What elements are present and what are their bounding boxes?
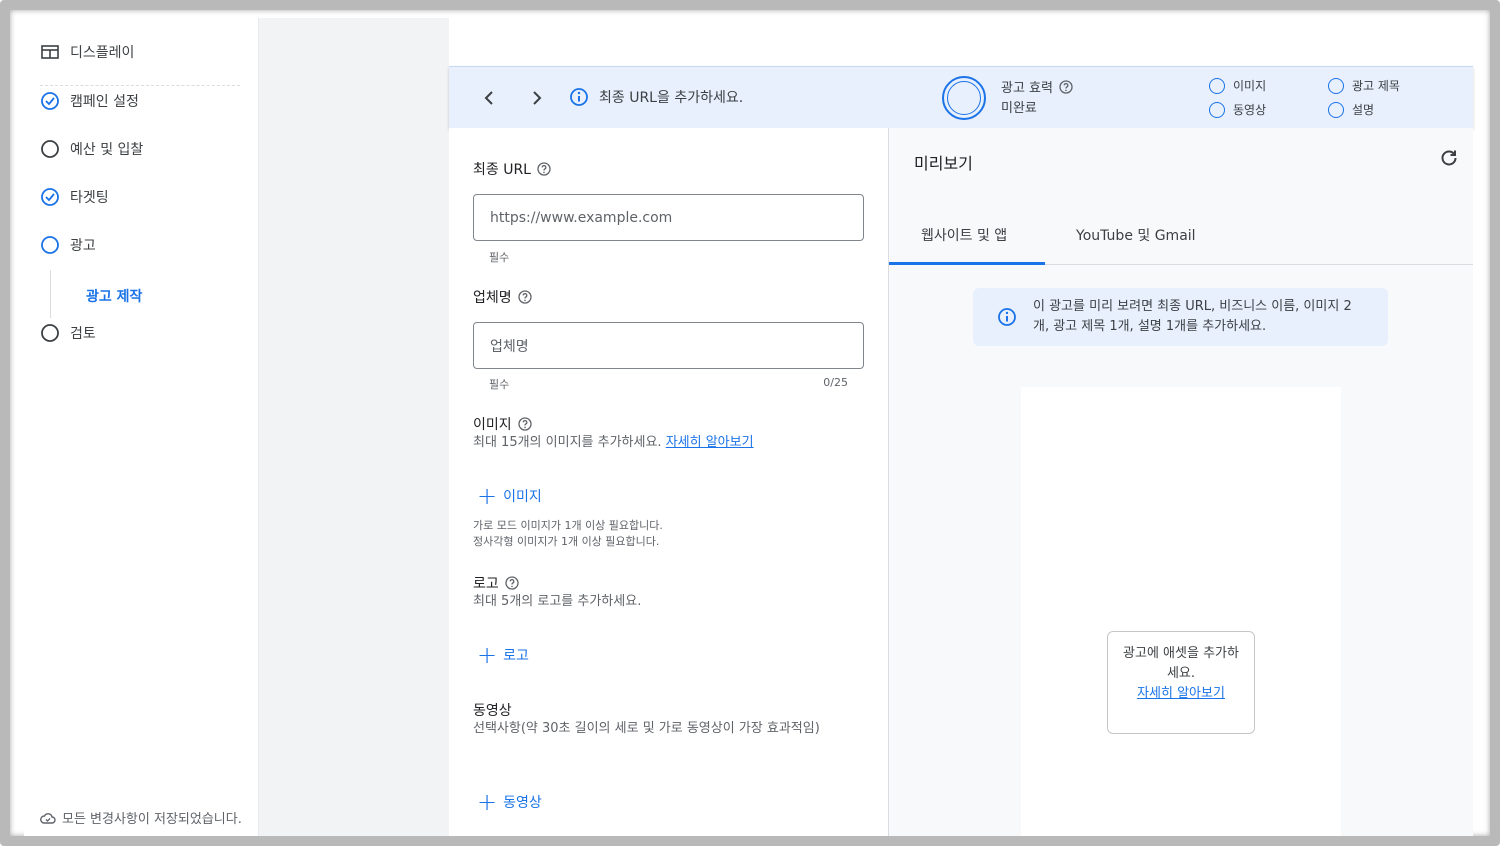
next-button[interactable]: [525, 86, 549, 110]
check-circle-icon: [40, 187, 60, 207]
unchecked-circle-icon: [1209, 77, 1225, 94]
check-circle-icon: [40, 91, 60, 111]
sidebar-item-review[interactable]: 검토: [40, 323, 96, 343]
empty-circle-icon: [40, 323, 60, 343]
final-url-hint: 필수: [489, 251, 510, 264]
sidebar: 디스플레이 캠페인 설정 예산 및 입찰 타겟팅 광고 광고 제작 검토 모든 …: [24, 18, 258, 836]
plus-icon: +: [477, 482, 498, 510]
help-icon[interactable]: [537, 162, 551, 176]
checklist-item-headline: 광고 제목: [1328, 77, 1400, 94]
image-requirements: 가로 모드 이미지가 1개 이상 필요합니다. 정사각형 이미지가 1개 이상 …: [473, 519, 663, 548]
sidebar-item-label: 예산 및 입찰: [70, 142, 144, 158]
display-icon: [40, 42, 60, 62]
save-status-text: 모든 변경사항이 저장되었습니다.: [62, 812, 242, 827]
business-name-counter: 0/25: [823, 376, 848, 389]
status-message-text: 최종 URL을 추가하세요.: [599, 90, 744, 106]
info-icon: [997, 307, 1017, 327]
help-icon[interactable]: [505, 576, 519, 590]
background-gutter: [258, 18, 449, 836]
preview-panel: 미리보기 웹사이트 및 앱 YouTube 및 Gmail 이 광고를 미리 보…: [889, 128, 1473, 836]
sidebar-item-label: 타겟팅: [70, 190, 109, 206]
preview-info-text: 이 광고를 미리 보려면 최종 URL, 비즈니스 이름, 이미지 2개, 광고…: [1033, 299, 1352, 334]
active-circle-icon: [40, 235, 60, 255]
final-url-label: 최종 URL: [473, 159, 551, 179]
sidebar-item-budget[interactable]: 예산 및 입찰: [40, 139, 143, 159]
preview-tabs: 웹사이트 및 앱 YouTube 및 Gmail: [889, 203, 1473, 265]
preview-info-banner: 이 광고를 미리 보려면 최종 URL, 비즈니스 이름, 이미지 2개, 광고…: [973, 288, 1388, 346]
plus-icon: +: [477, 788, 498, 816]
ad-strength-status: 미완료: [1001, 101, 1037, 116]
help-icon[interactable]: [1059, 79, 1073, 94]
images-label: 이미지: [473, 414, 532, 434]
sidebar-item-label: 디스플레이: [70, 45, 135, 61]
sidebar-subitem-create-ad[interactable]: 광고 제작: [86, 286, 142, 306]
main-header-space: [449, 18, 1473, 66]
sidebar-item-label: 검토: [70, 326, 96, 342]
help-icon[interactable]: [517, 290, 532, 304]
video-label: 동영상: [473, 703, 512, 719]
unchecked-circle-icon: [1209, 101, 1225, 118]
video-description: 선택사항(약 30초 길이의 세로 및 가로 동영상이 가장 효과적임): [473, 721, 820, 736]
images-description: 최대 15개의 이미지를 추가하세요. 자세히 알아보기: [473, 435, 754, 450]
sidebar-item-targeting[interactable]: 타겟팅: [40, 187, 109, 207]
learn-more-link[interactable]: 자세히 알아보기: [666, 435, 754, 450]
sidebar-item-label: 캠페인 설정: [70, 94, 139, 110]
unchecked-circle-icon: [1328, 77, 1344, 94]
app-window: 디스플레이 캠페인 설정 예산 및 입찰 타겟팅 광고 광고 제작 검토 모든 …: [10, 10, 1490, 836]
sub-nav-line: [50, 270, 51, 318]
business-name-hint: 필수: [489, 378, 510, 391]
ad-form: 최종 URL https://www.example.com 필수 업체명 업체…: [449, 128, 889, 836]
add-video-button[interactable]: + 동영상: [477, 788, 542, 816]
sidebar-item-display[interactable]: 디스플레이: [40, 42, 134, 62]
business-name-input[interactable]: 업체명: [473, 322, 864, 369]
business-name-label: 업체명: [473, 287, 532, 307]
prev-button[interactable]: [477, 86, 501, 110]
info-icon: [569, 87, 589, 107]
learn-more-link[interactable]: 자세히 알아보기: [1108, 684, 1254, 704]
checklist-item-image: 이미지: [1209, 77, 1266, 94]
cloud-done-icon: [40, 811, 56, 825]
final-url-input[interactable]: https://www.example.com: [473, 194, 864, 241]
add-logo-button[interactable]: + 로고: [477, 641, 529, 669]
ad-strength-label: 광고 효력: [1001, 77, 1073, 96]
preview-canvas: 광고에 애셋을 추가하세요. 자세히 알아보기: [1021, 387, 1341, 836]
active-tab-indicator: [889, 262, 1045, 265]
tab-youtube-gmail[interactable]: YouTube 및 Gmail: [1076, 225, 1196, 245]
empty-circle-icon: [40, 139, 60, 159]
logo-label: 로고: [473, 573, 519, 593]
chevron-left-icon: [484, 91, 493, 105]
logo-description: 최대 5개의 로고를 추가하세요.: [473, 594, 642, 609]
plus-icon: +: [477, 641, 498, 669]
sidebar-item-campaign-settings[interactable]: 캠페인 설정: [40, 91, 139, 111]
ad-status-bar: 최종 URL을 추가하세요. 광고 효력 미완료 이미지 동영상 광고 제목 설…: [449, 66, 1473, 128]
checklist-item-video: 동영상: [1209, 101, 1266, 118]
save-status: 모든 변경사항이 저장되었습니다.: [40, 808, 242, 827]
refresh-button[interactable]: [1439, 148, 1459, 168]
unchecked-circle-icon: [1328, 101, 1344, 118]
divider: [40, 85, 240, 86]
refresh-icon: [1441, 150, 1457, 166]
tab-website-app[interactable]: 웹사이트 및 앱: [921, 225, 1007, 245]
sidebar-item-ads[interactable]: 광고: [40, 235, 96, 255]
add-image-button[interactable]: + 이미지: [477, 482, 542, 510]
add-assets-text: 광고에 애셋을 추가하세요.: [1123, 646, 1239, 681]
checklist-item-description: 설명: [1328, 101, 1374, 118]
sidebar-item-label: 광고: [70, 238, 96, 254]
preview-title: 미리보기: [914, 154, 973, 173]
status-message: 최종 URL을 추가하세요.: [569, 87, 743, 107]
chevron-right-icon: [533, 91, 542, 105]
add-assets-card: 광고에 애셋을 추가하세요. 자세히 알아보기: [1107, 631, 1255, 734]
help-icon[interactable]: [517, 417, 532, 431]
ad-strength-ring: [942, 76, 986, 120]
